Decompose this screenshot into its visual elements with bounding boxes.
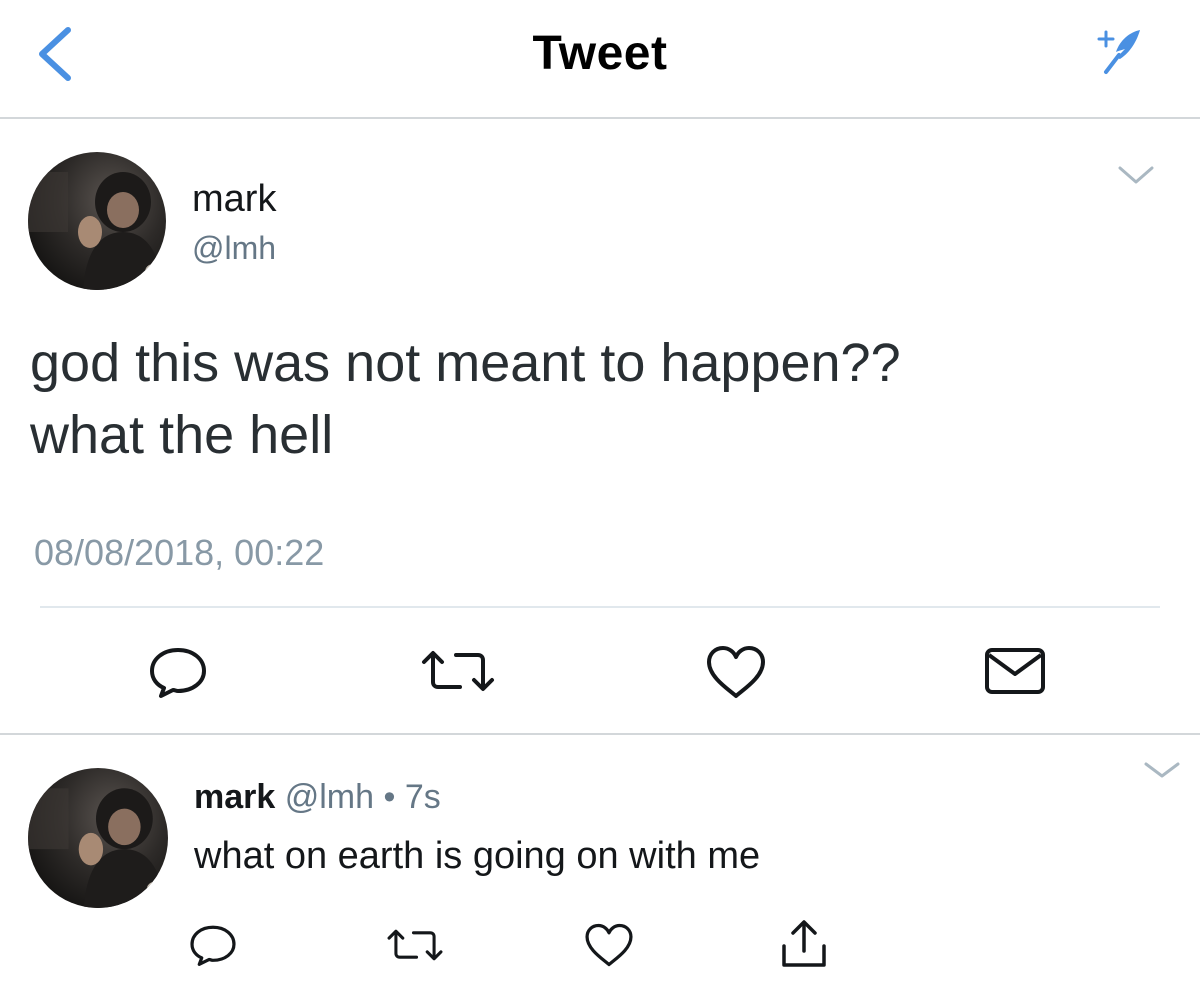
reply-icon	[190, 925, 236, 966]
avatar[interactable]	[28, 152, 166, 290]
share-icon	[782, 920, 826, 967]
retweet-icon	[387, 929, 443, 961]
direct-message-button[interactable]	[983, 645, 1047, 697]
reply-button[interactable]	[188, 922, 238, 968]
tweet-text-line: what the hell	[30, 405, 334, 465]
header-divider	[0, 117, 1200, 119]
reply-options-button[interactable]	[1140, 758, 1184, 782]
page-title: Tweet	[532, 27, 668, 80]
author-handle[interactable]: @lmh	[192, 230, 276, 267]
retweet-icon	[422, 651, 494, 691]
tweet-text-line: god this was not meant to happen??	[30, 333, 901, 393]
envelope-icon	[985, 648, 1045, 694]
chevron-down-icon	[1118, 166, 1154, 184]
retweet-button[interactable]	[420, 648, 496, 694]
reply-avatar[interactable]	[28, 768, 168, 908]
chevron-down-icon	[1144, 762, 1180, 778]
tweet-text: god this was not meant to happen?? what …	[30, 327, 1170, 471]
actions-divider	[40, 606, 1160, 608]
reply-button[interactable]	[147, 644, 209, 700]
reply-handle-time: @lmh • 7s	[275, 778, 441, 816]
like-button[interactable]	[704, 644, 768, 700]
retweet-button[interactable]	[386, 926, 444, 964]
heart-icon	[707, 646, 765, 698]
avatar-photo	[28, 172, 164, 290]
reply-icon	[150, 648, 206, 698]
tweet-timestamp: 08/08/2018, 00:22	[34, 532, 325, 573]
share-button[interactable]	[778, 918, 830, 970]
reply-header: mark @lmh • 7s	[194, 778, 441, 817]
reply-author-name[interactable]: mark	[194, 778, 275, 816]
author-name[interactable]: mark	[192, 178, 276, 221]
reply-text: what on earth is going on with me	[194, 835, 761, 877]
compose-feather-icon	[1097, 30, 1140, 74]
like-button[interactable]	[583, 922, 635, 968]
tweet-options-button[interactable]	[1114, 158, 1158, 192]
avatar-photo	[28, 788, 166, 908]
compose-button[interactable]	[1090, 22, 1150, 78]
heart-icon	[585, 923, 633, 967]
section-divider	[0, 733, 1200, 735]
